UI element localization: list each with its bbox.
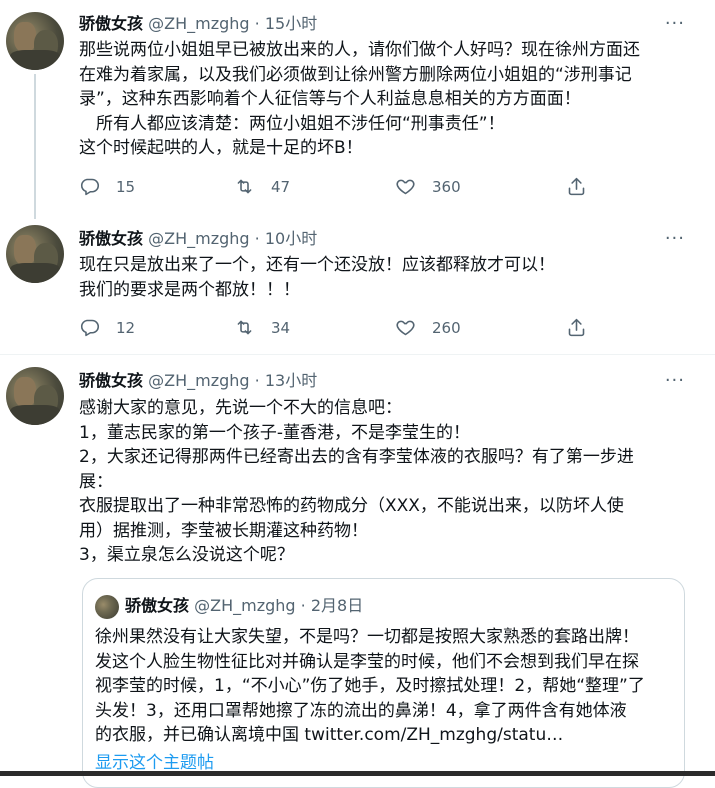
- tweet-text-line: 用）据推测，李莹被长期灌这种药物！: [79, 520, 368, 541]
- timestamp[interactable]: 13小时: [265, 371, 317, 390]
- tweet-text-line: 在难为着家属，以及我们必须做到让徐州警方删除两位小姐姐的“涉刑事记: [79, 64, 632, 85]
- retweet-icon: [237, 320, 252, 335]
- show-thread-link[interactable]: 显示这个主题帖: [95, 748, 214, 773]
- like-icon: [396, 320, 415, 336]
- reply-count: 15: [116, 177, 136, 196]
- quoted-text-line: 徐州果然没有让大家失望，不是吗？一切都是按照大家熟悉的套路出牌！: [95, 627, 639, 647]
- avatar[interactable]: [6, 225, 64, 283]
- tweet-text-line: 1，董志民家的第一个孩子-董香港，不是李莹生的！: [79, 422, 470, 443]
- avatar[interactable]: [6, 367, 64, 425]
- tweet-2[interactable]: 骄傲女孩 @ZH_mzghg · 10小时 ··· 现在只是放出来了一个，还有一…: [0, 219, 715, 354]
- tweet-text: 那些说两位小姐姐早已被放出来的人，请你们做个人好吗？现在徐州方面还 在难为着家属…: [79, 38, 694, 161]
- timestamp[interactable]: 10小时: [265, 229, 317, 248]
- tweet-text-line: 2，大家还记得那两件已经寄出去的含有李莹体液的衣服吗？有了第一步进: [79, 447, 634, 467]
- tweet-text-line: 我们的要求是两个都放！！！: [79, 279, 300, 300]
- horizontal-scrollbar[interactable]: [0, 771, 715, 776]
- tweet-text-line: 所有人都应该清楚：两位小姐姐不涉任何“刑事责任”！: [79, 113, 505, 134]
- reply-button[interactable]: 15: [79, 176, 135, 197]
- display-name[interactable]: 骄傲女孩: [79, 14, 143, 33]
- retweet-count: 47: [271, 177, 291, 196]
- reply-icon: [80, 319, 100, 337]
- retweet-count: 34: [271, 318, 291, 337]
- like-count: 360: [432, 177, 461, 196]
- tweet-actions: 15 47 360: [79, 176, 599, 198]
- share-button[interactable]: [566, 176, 587, 197]
- retweet-button[interactable]: 47: [234, 176, 290, 197]
- tweet-text-line: 展：: [79, 471, 113, 492]
- more-icon[interactable]: ···: [665, 229, 685, 249]
- quoted-text-line: 视李莹的时候，1，“不小心”伤了她手，及时擦拭处理！2，帮她“整理”了: [95, 676, 645, 696]
- quoted-text-line: 头发！3，还用口罩帮她擦了冻的流出的鼻涕！4，拿了两件含有她体液: [95, 700, 627, 721]
- thread-connector: [34, 74, 36, 219]
- quoted-tweet[interactable]: 骄傲女孩 @ZH_mzghg · 2月8日 徐州果然没有让大家失望，不是吗？一切…: [82, 578, 685, 788]
- tweet-text-line: 这个时候起哄的人，就是十足的坏B！: [79, 138, 363, 158]
- timestamp[interactable]: 15小时: [265, 14, 317, 33]
- user-handle[interactable]: @ZH_mzghg: [148, 229, 249, 248]
- separator-dot: ·: [254, 229, 260, 248]
- quoted-user-handle: @ZH_mzghg: [194, 596, 296, 615]
- user-handle[interactable]: @ZH_mzghg: [148, 371, 249, 390]
- reply-button[interactable]: 12: [79, 317, 135, 338]
- like-button[interactable]: 360: [395, 176, 461, 197]
- display-name[interactable]: 骄傲女孩: [79, 371, 143, 390]
- like-icon: [396, 179, 415, 195]
- tweet-text-line: 衣服提取出了一种非常恐怖的药物成分（XXX，不能说出来，以防坏人使: [79, 496, 624, 516]
- avatar[interactable]: [6, 12, 64, 70]
- quoted-display-name: 骄傲女孩: [125, 596, 190, 615]
- like-button[interactable]: 260: [395, 317, 461, 338]
- tweet-text-line: 现在只是放出来了一个，还有一个还没放！应该都释放才可以！: [79, 255, 555, 275]
- tweet-text-line: 那些说两位小姐姐早已被放出来的人，请你们做个人好吗？现在徐州方面还: [79, 40, 640, 60]
- tweet-text-line: 3，渠立泉怎么没说这个呢？: [79, 545, 294, 565]
- more-icon[interactable]: ···: [665, 14, 685, 34]
- tweet-header: 骄傲女孩 @ZH_mzghg · 10小时: [79, 229, 317, 249]
- quoted-header: 骄傲女孩 @ZH_mzghg · 2月8日: [125, 595, 363, 617]
- tweet-text-line: 录”，这种东西影响着个人征信等与个人利益息息相关的方方面面！: [79, 89, 581, 109]
- tweet-1[interactable]: 骄傲女孩 @ZH_mzghg · 15小时 ··· 那些说两位小姐姐早已被放出来…: [0, 0, 715, 219]
- tweet-actions: 12 34 260: [79, 317, 599, 339]
- quoted-text-line: 的衣服，并已确认离境中国 twitter.com/ZH_mzghg/statu…: [95, 725, 564, 745]
- tweet-header: 骄傲女孩 @ZH_mzghg · 15小时: [79, 14, 317, 34]
- display-name[interactable]: 骄傲女孩: [79, 229, 143, 248]
- separator-dot: ·: [254, 371, 260, 390]
- share-icon: [568, 318, 585, 337]
- share-icon: [568, 177, 585, 196]
- like-count: 260: [432, 318, 461, 337]
- tweet-header: 骄傲女孩 @ZH_mzghg · 13小时: [79, 371, 317, 391]
- retweet-icon: [237, 179, 252, 194]
- quoted-avatar: [95, 595, 119, 619]
- share-button[interactable]: [566, 317, 587, 338]
- reply-icon: [80, 178, 100, 196]
- tweet-text: 现在只是放出来了一个，还有一个还没放！应该都释放才可以！ 我们的要求是两个都放！…: [79, 253, 694, 302]
- reply-count: 12: [116, 318, 136, 337]
- tweet-text: 感谢大家的意见，先说一个不大的信息吧： 1，董志民家的第一个孩子-董香港，不是李…: [79, 396, 694, 568]
- separator-dot: ·: [300, 596, 306, 615]
- quoted-text-line: 发这个人脸生物性征比对并确认是李莹的时候，他们不会想到我们早在探: [95, 651, 639, 672]
- separator-dot: ·: [254, 14, 260, 33]
- quoted-date: 2月8日: [310, 596, 364, 615]
- user-handle[interactable]: @ZH_mzghg: [148, 14, 249, 33]
- quoted-text: 徐州果然没有让大家失望，不是吗？一切都是按照大家熟悉的套路出牌！ 发这个人脸生物…: [95, 625, 680, 748]
- more-icon[interactable]: ···: [665, 371, 685, 391]
- tweet-text-line: 感谢大家的意见，先说一个不大的信息吧：: [79, 398, 402, 418]
- retweet-button[interactable]: 34: [234, 317, 290, 338]
